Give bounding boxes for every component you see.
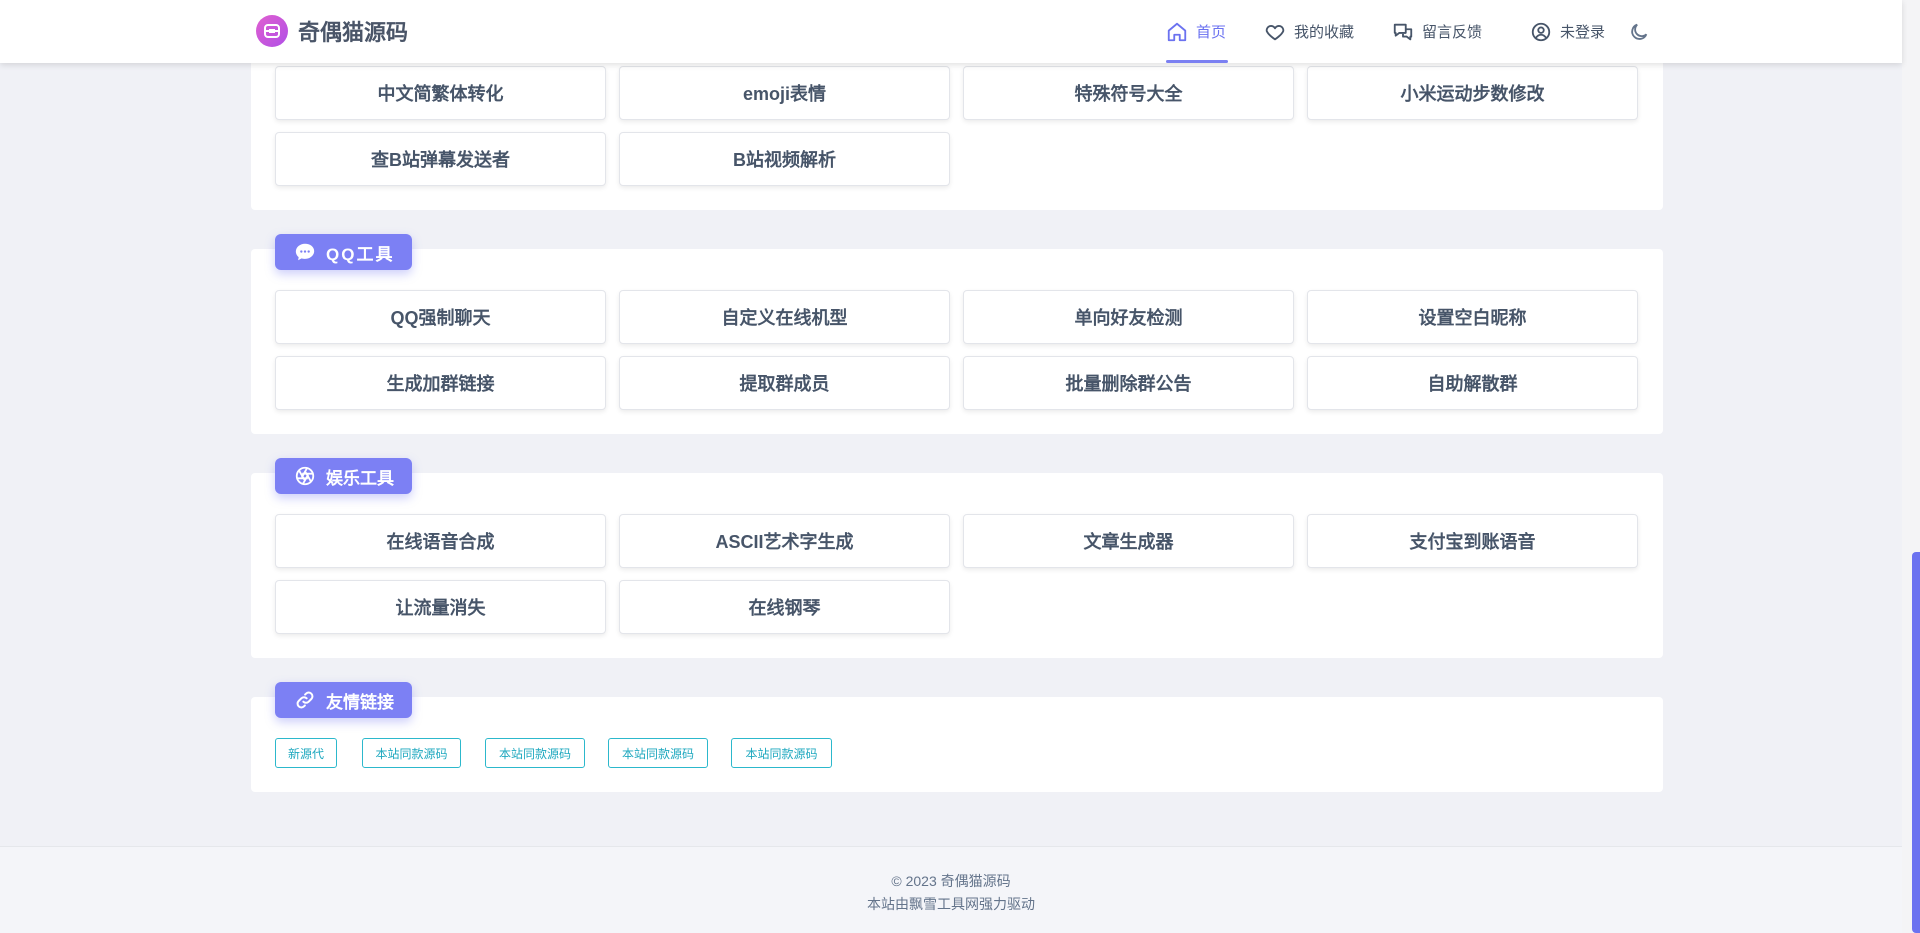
tool-button[interactable]: 让流量消失	[275, 580, 606, 634]
tool-button[interactable]: 批量删除群公告	[963, 356, 1294, 410]
tool-button[interactable]: 自助解散群	[1307, 356, 1638, 410]
section-title-links: 友情链接	[275, 682, 412, 718]
section-title-fun-label: 娱乐工具	[326, 468, 394, 488]
footer-copyright: © 2023 奇偶猫源码	[891, 873, 1011, 889]
chat-bubble-icon	[293, 240, 317, 264]
nav-login-label: 未登录	[1560, 24, 1606, 41]
user-icon	[1531, 22, 1551, 41]
top-navbar: 奇偶猫源码 首页 我的收藏 留言反馈 未登录	[0, 0, 1902, 63]
nav-login[interactable]: 未登录	[1530, 0, 1605, 63]
friend-link[interactable]: 本站同款源码	[362, 738, 461, 768]
nav-favorites-label: 我的收藏	[1294, 24, 1355, 41]
site-name: 奇偶猫源码	[298, 20, 409, 45]
section-title-fun: 娱乐工具	[275, 458, 412, 494]
link-icon	[293, 688, 317, 712]
nav-feedback[interactable]: 留言反馈	[1392, 0, 1482, 63]
section-title-qq: QQ工具	[275, 234, 413, 270]
footer: © 2023 奇偶猫源码 本站由飘雪工具网强力驱动	[0, 846, 1902, 933]
tool-button[interactable]: 设置空白昵称	[1307, 290, 1638, 344]
nav-home-label: 首页	[1196, 24, 1227, 41]
friend-link[interactable]: 本站同款源码	[731, 738, 832, 768]
scrollbar-thumb[interactable]	[1912, 552, 1920, 933]
chat-icon	[1393, 23, 1413, 40]
tool-button[interactable]: QQ强制聊天	[275, 290, 606, 344]
nav-feedback-label: 留言反馈	[1422, 24, 1483, 41]
theme-toggle[interactable]	[1628, 0, 1658, 63]
tool-button[interactable]: 单向好友检测	[963, 290, 1294, 344]
moon-icon	[1631, 23, 1648, 40]
tool-button[interactable]: 提取群成员	[619, 356, 950, 410]
tool-button[interactable]: 自定义在线机型	[619, 290, 950, 344]
tool-button[interactable]: ASCII艺术字生成	[619, 514, 950, 568]
home-icon	[1167, 22, 1187, 41]
aperture-icon	[293, 464, 317, 488]
tool-button[interactable]: 文章生成器	[963, 514, 1294, 568]
nav-home[interactable]: 首页	[1166, 0, 1228, 63]
scrollbar[interactable]	[1902, 0, 1920, 933]
friend-link[interactable]: 本站同款源码	[608, 738, 708, 768]
tool-button[interactable]: 查B站弹幕发送者	[275, 132, 606, 186]
friend-link[interactable]: 新源代	[275, 738, 337, 768]
tool-button[interactable]: emoji表情	[619, 66, 950, 120]
tool-button[interactable]: 中文简繁体转化	[275, 66, 606, 120]
tool-button[interactable]: B站视频解析	[619, 132, 950, 186]
tool-button[interactable]: 支付宝到账语音	[1307, 514, 1638, 568]
site-logo[interactable]: 奇偶猫源码	[256, 15, 408, 47]
section-title-qq-label: QQ工具	[326, 244, 395, 264]
footer-powered-by[interactable]: 本站由飘雪工具网强力驱动	[0, 894, 1902, 914]
friend-link[interactable]: 本站同款源码	[485, 738, 585, 768]
logo-icon	[256, 15, 288, 47]
tool-button[interactable]: 在线钢琴	[619, 580, 950, 634]
nav-favorites[interactable]: 我的收藏	[1264, 0, 1354, 63]
tool-button[interactable]: 在线语音合成	[275, 514, 606, 568]
heart-icon	[1265, 24, 1285, 40]
tool-button[interactable]: 生成加群链接	[275, 356, 606, 410]
tool-button[interactable]: 小米运动步数修改	[1307, 66, 1638, 120]
section-title-links-label: 友情链接	[326, 692, 394, 712]
panel-friend-links	[251, 697, 1663, 792]
tool-button[interactable]: 特殊符号大全	[963, 66, 1294, 120]
